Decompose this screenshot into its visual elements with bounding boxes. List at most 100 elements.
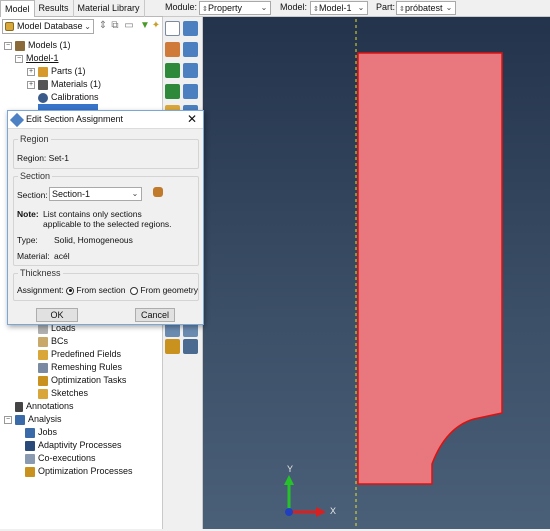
- model-label: Model:: [280, 2, 308, 12]
- tab-model[interactable]: Model: [0, 0, 35, 17]
- cancel-button[interactable]: Cancel: [135, 308, 175, 322]
- section-group: Section Section: Section-1 ⌄ Note: List …: [13, 171, 199, 266]
- from-section-radio[interactable]: From section: [66, 285, 126, 295]
- collapse-icon[interactable]: −: [4, 41, 12, 50]
- tree-item-parts[interactable]: + Parts (1): [27, 65, 86, 78]
- thickness-group: Thickness Assignment: From section From …: [13, 268, 199, 301]
- tree-item-optimization-tasks[interactable]: Optimization Tasks: [38, 374, 126, 387]
- tree-label: Parts (1): [51, 66, 86, 76]
- from-geometry-radio[interactable]: From geometry: [130, 285, 198, 295]
- expand-icon[interactable]: +: [27, 67, 35, 76]
- note-label: Note:: [17, 209, 39, 219]
- close-icon[interactable]: ✕: [185, 112, 199, 126]
- collapse-icon[interactable]: −: [15, 54, 23, 63]
- create-profile-icon[interactable]: [165, 84, 180, 99]
- section-combo[interactable]: Section-1 ⌄: [49, 187, 142, 201]
- copy-icon[interactable]: ⧉: [110, 20, 120, 32]
- chevron-down-icon: ⌄: [84, 22, 91, 31]
- tree-label: Sketches: [51, 388, 89, 398]
- section-manager-icon[interactable]: [183, 42, 198, 57]
- profile-manager-icon[interactable]: [183, 84, 198, 99]
- tree-label: Annotations: [26, 401, 74, 411]
- note-line-1: List contains only sections: [43, 209, 142, 219]
- folder-icon[interactable]: ▭: [124, 20, 134, 32]
- tree-label: Jobs: [38, 427, 58, 437]
- adaptivity-processes-icon: [25, 440, 35, 451]
- ok-button[interactable]: OK: [36, 308, 78, 322]
- analysis-icon: [15, 414, 25, 425]
- sketches-icon: [38, 388, 48, 399]
- expand-icon[interactable]: +: [27, 80, 35, 89]
- tab-material-library[interactable]: Material Library: [74, 0, 145, 17]
- filter-icon[interactable]: ▼: [140, 20, 150, 32]
- assign-section-icon[interactable]: [165, 63, 180, 78]
- create-section-icon[interactable]: [153, 187, 163, 197]
- create-material-icon[interactable]: [165, 21, 180, 36]
- optimization-processes-icon: [25, 466, 35, 477]
- tab-results[interactable]: Results: [35, 0, 74, 17]
- from-section-label: From section: [76, 285, 126, 295]
- radio-on-icon: [66, 286, 74, 295]
- chevron-down-icon: ⌄: [131, 189, 139, 198]
- y-axis-arrowhead: [284, 475, 294, 485]
- material-value: acél: [54, 251, 70, 261]
- x-axis-arrowhead: [316, 507, 326, 517]
- type-value: Solid, Homogeneous: [54, 235, 133, 245]
- module-label: Module:: [165, 2, 198, 12]
- tree-item-co-executions[interactable]: Co-executions: [25, 452, 96, 465]
- tree-item-model-1[interactable]: − Model-1: [15, 52, 59, 65]
- tree-item-optimization-processes[interactable]: Optimization Processes: [25, 465, 133, 478]
- module-value: Property: [208, 3, 243, 13]
- y-axis-label: Y: [287, 464, 293, 474]
- tree-label: Analysis: [28, 414, 62, 424]
- material-label: Material:: [17, 251, 50, 261]
- tree-item-analysis[interactable]: − Analysis: [4, 413, 62, 426]
- jobs-icon: [25, 427, 35, 438]
- datum-plane-icon[interactable]: [183, 339, 198, 354]
- tree-item-adaptivity-processes[interactable]: Adaptivity Processes: [25, 439, 122, 452]
- sort-icon[interactable]: ⇕: [98, 20, 108, 32]
- part-shape[interactable]: [357, 52, 503, 485]
- datum-csys-icon[interactable]: [165, 339, 180, 354]
- model-value: Model-1: [319, 3, 352, 13]
- tree-label: Predefined Fields: [51, 349, 122, 359]
- model-database-value: Model Database: [17, 21, 83, 31]
- module-combo[interactable]: ⇕Property ⌄: [199, 1, 271, 15]
- note-line-2: applicable to the selected regions.: [43, 219, 172, 229]
- tree-item-models[interactable]: − Models (1): [4, 39, 71, 52]
- assignment-manager-icon[interactable]: [183, 63, 198, 78]
- dialog-titlebar[interactable]: Edit Section Assignment ✕: [8, 111, 203, 129]
- tree-item-predefined-fields[interactable]: Predefined Fields: [38, 348, 121, 361]
- tree-label: Materials (1): [51, 79, 102, 89]
- chevron-down-icon: ⌄: [260, 3, 268, 12]
- loads-icon: [38, 323, 48, 334]
- section-group-title: Section: [18, 171, 53, 181]
- materials-icon: [38, 79, 48, 90]
- tree-item-annotations[interactable]: Annotations: [15, 400, 74, 413]
- part-label: Part:: [376, 2, 396, 12]
- database-toolbar: Model Database ⌄ ⇕ ⧉ ▭ ▼ ✦: [2, 19, 161, 35]
- tree-item-jobs[interactable]: Jobs: [25, 426, 57, 439]
- material-manager-icon[interactable]: [183, 21, 198, 36]
- annotations-icon: [15, 401, 23, 412]
- tree-item-bcs[interactable]: BCs: [38, 335, 68, 348]
- part-combo[interactable]: ⇕próbatest ⌄: [396, 1, 456, 15]
- tree-item-materials[interactable]: + Materials (1): [27, 78, 101, 91]
- viewport[interactable]: Y X: [203, 17, 550, 529]
- bulb-icon[interactable]: ✦: [151, 20, 161, 32]
- thickness-group-title: Thickness: [18, 268, 63, 278]
- model-combo[interactable]: ⇕Model-1 ⌄: [310, 1, 368, 15]
- collapse-icon[interactable]: −: [4, 415, 12, 424]
- tree-item-sketches[interactable]: Sketches: [38, 387, 88, 400]
- tree-item-remeshing-rules[interactable]: Remeshing Rules: [38, 361, 122, 374]
- model-database-combo[interactable]: Model Database ⌄: [2, 19, 94, 34]
- create-section-icon[interactable]: [165, 42, 180, 57]
- tree-label: Models (1): [28, 40, 71, 50]
- tree-label: Optimization Tasks: [51, 375, 127, 385]
- calibrations-icon: [38, 92, 48, 103]
- tree-item-calibrations[interactable]: Calibrations: [38, 91, 99, 104]
- tree-label: Optimization Processes: [38, 466, 133, 476]
- tree-label: Adaptivity Processes: [38, 440, 122, 450]
- type-label: Type:: [17, 235, 38, 245]
- co-executions-icon: [25, 453, 35, 464]
